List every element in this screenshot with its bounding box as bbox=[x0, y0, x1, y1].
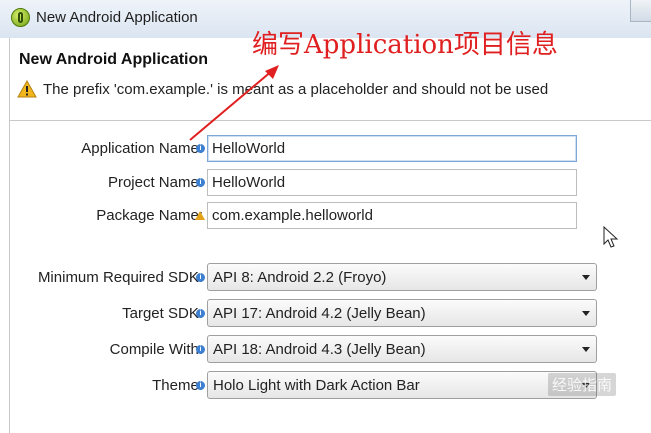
info-icon: i bbox=[196, 345, 205, 354]
info-icon: i bbox=[196, 381, 205, 390]
target-sdk-label: Target SDK: bbox=[122, 305, 203, 322]
window-title: New Android Application bbox=[36, 9, 198, 26]
watermark: 经验指南 bbox=[548, 373, 617, 396]
project-name-input[interactable]: HelloWorld bbox=[207, 169, 577, 196]
warning-icon bbox=[195, 211, 205, 220]
mouse-pointer-icon bbox=[603, 226, 619, 248]
wizard-title: New Android Application bbox=[19, 51, 209, 68]
project-name-label: Project Name: bbox=[107, 174, 203, 191]
package-name-label: Package Name: bbox=[96, 207, 203, 224]
info-icon: i bbox=[196, 273, 205, 282]
chevron-down-icon bbox=[582, 311, 590, 316]
target-sdk-value: API 17: Android 4.2 (Jelly Bean) bbox=[213, 305, 426, 322]
compile-with-value: API 18: Android 4.3 (Jelly Bean) bbox=[213, 341, 426, 358]
chevron-down-icon bbox=[582, 275, 590, 280]
package-name-input[interactable]: com.example.helloworld bbox=[207, 202, 577, 229]
min-sdk-dropdown[interactable]: API 8: Android 2.2 (Froyo) bbox=[207, 263, 597, 291]
package-warning-message: The prefix 'com.example.' is meant as a … bbox=[43, 81, 549, 98]
annotation-text: 编写Application项目信息 bbox=[252, 30, 558, 60]
theme-value: Holo Light with Dark Action Bar bbox=[213, 377, 420, 394]
warning-icon bbox=[17, 80, 37, 98]
compile-with-label: Compile With: bbox=[109, 341, 203, 358]
min-sdk-label: Minimum Required SDK: bbox=[37, 269, 203, 286]
theme-dropdown[interactable]: Holo Light with Dark Action Bar bbox=[207, 371, 597, 399]
info-icon: i bbox=[196, 178, 205, 187]
info-icon: i bbox=[196, 144, 205, 153]
android-app-icon bbox=[11, 8, 30, 27]
target-sdk-dropdown[interactable]: API 17: Android 4.2 (Jelly Bean) bbox=[207, 299, 597, 327]
chevron-down-icon bbox=[582, 347, 590, 352]
min-sdk-value: API 8: Android 2.2 (Froyo) bbox=[213, 269, 387, 286]
annotation-arrow-icon bbox=[189, 65, 279, 141]
window-close-button[interactable] bbox=[630, 0, 651, 22]
info-icon: i bbox=[196, 309, 205, 318]
compile-with-dropdown[interactable]: API 18: Android 4.3 (Jelly Bean) bbox=[207, 335, 597, 363]
